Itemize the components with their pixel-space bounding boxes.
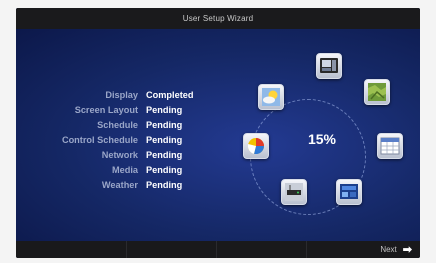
window-title: User Setup Wizard — [16, 8, 420, 29]
calendar-icon[interactable] — [377, 133, 403, 159]
wizard-content: Display Completed Screen Layout Pending … — [16, 29, 420, 241]
weather-icon[interactable] — [258, 84, 284, 110]
device-frame: User Setup Wizard Display Completed Scre… — [0, 0, 436, 263]
wizard-screen: User Setup Wizard Display Completed Scre… — [16, 8, 420, 258]
arrow-right-icon: ➡ — [402, 244, 412, 256]
footer-bar: Next ➡ — [16, 241, 420, 258]
network-icon[interactable] — [281, 179, 307, 205]
setup-wheel: 15% — [16, 29, 420, 241]
next-button[interactable]: Next ➡ — [380, 241, 412, 258]
footer-divider — [126, 241, 127, 258]
next-label: Next — [380, 245, 397, 254]
pie-chart-icon[interactable] — [243, 133, 269, 159]
map-icon[interactable] — [364, 79, 390, 105]
progress-percent: 15% — [307, 131, 337, 147]
footer-divider — [216, 241, 217, 258]
screen-layout-icon[interactable] — [316, 53, 342, 79]
footer-divider — [306, 241, 307, 258]
control-panel-icon[interactable] — [336, 179, 362, 205]
